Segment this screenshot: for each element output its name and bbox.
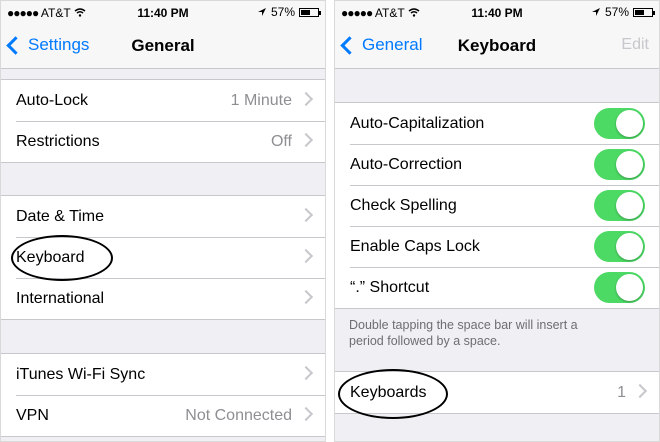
shortcut-footnote: Double tapping the space bar will insert…: [349, 318, 578, 348]
keyboard-screen: ●●●●● AT&T 11:40 PM 57% General Keyboard…: [334, 0, 660, 442]
period-shortcut-row: “.” Shortcut: [335, 267, 659, 308]
auto-correction-toggle[interactable]: [594, 149, 645, 180]
battery-icon: [299, 7, 321, 17]
status-bar: ●●●●● AT&T 11:40 PM 57%: [1, 1, 325, 23]
navigation-bar: Settings General: [1, 23, 325, 69]
vpn-row[interactable]: VPN Not Connected: [1, 395, 325, 436]
row-label: Keyboards: [350, 383, 427, 401]
toggle-knob: [616, 110, 643, 137]
toggle-knob: [616, 233, 643, 260]
auto-capitalization-row: Auto-Capitalization: [335, 103, 659, 144]
date-time-row[interactable]: Date & Time: [1, 196, 325, 237]
chevron-right-icon: [298, 91, 314, 107]
battery-percent: 57%: [270, 5, 295, 19]
toggle-knob: [616, 192, 643, 219]
battery-info: 57%: [257, 5, 321, 19]
page-title: Keyboard: [457, 36, 537, 55]
period-shortcut-toggle[interactable]: [594, 272, 645, 303]
battery-percent: 57%: [604, 5, 629, 19]
row-label: VPN: [16, 406, 49, 424]
toggle-knob: [616, 151, 643, 178]
screenshot-pair: ●●●●● AT&T 11:40 PM 57% Settings General…: [0, 0, 660, 442]
chevron-right-icon: [632, 383, 648, 399]
restrictions-row[interactable]: Restrictions Off: [1, 121, 325, 162]
row-label: Check Spelling: [350, 196, 457, 214]
chevron-right-icon: [298, 289, 314, 305]
keyboards-group: Keyboards 1: [335, 371, 659, 414]
auto-capitalization-toggle[interactable]: [594, 108, 645, 139]
row-label: Auto-Correction: [350, 155, 463, 173]
chevron-right-icon: [298, 132, 314, 148]
chevron-right-icon: [298, 207, 314, 223]
row-label: Keyboard: [16, 248, 85, 266]
navigation-bar: General Keyboard Edit: [335, 23, 659, 69]
enable-caps-lock-row: Enable Caps Lock: [335, 226, 659, 267]
location-arrow-icon: [257, 8, 266, 16]
keyboard-row[interactable]: Keyboard: [1, 237, 325, 278]
keyboard-toggles-group: Auto-Capitalization Auto-Correction Chec…: [335, 102, 659, 309]
battery-icon: [633, 7, 655, 17]
keyboards-row[interactable]: Keyboards 1: [335, 372, 659, 413]
check-spelling-row: Check Spelling: [335, 185, 659, 226]
edit-button[interactable]: Edit: [621, 36, 649, 54]
battery-info: 57%: [591, 5, 655, 19]
row-value: 1: [617, 383, 626, 401]
row-value: 1 Minute: [230, 91, 292, 109]
row-label: Date & Time: [16, 207, 105, 225]
auto-correction-row: Auto-Correction: [335, 144, 659, 185]
general-screen: ●●●●● AT&T 11:40 PM 57% Settings General…: [0, 0, 326, 442]
settings-group-3: iTunes Wi-Fi Sync VPN Not Connected: [1, 353, 325, 437]
chevron-right-icon: [298, 248, 314, 264]
location-arrow-icon: [591, 8, 600, 16]
enable-caps-lock-toggle[interactable]: [594, 231, 645, 262]
itunes-wifi-sync-row[interactable]: iTunes Wi-Fi Sync: [1, 354, 325, 395]
row-label: Auto-Lock: [16, 91, 89, 109]
row-label: Auto-Capitalization: [350, 114, 485, 132]
row-label: Restrictions: [16, 132, 100, 150]
international-row[interactable]: International: [1, 278, 325, 319]
row-label: “.” Shortcut: [350, 278, 430, 296]
check-spelling-toggle[interactable]: [594, 190, 645, 221]
chevron-right-icon: [298, 406, 314, 422]
row-label: iTunes Wi-Fi Sync: [16, 365, 146, 383]
row-value: Not Connected: [185, 406, 292, 424]
settings-group-1: Auto-Lock 1 Minute Restrictions Off: [1, 79, 325, 163]
status-bar: ●●●●● AT&T 11:40 PM 57%: [335, 1, 659, 23]
row-label: International: [16, 289, 105, 307]
row-label: Enable Caps Lock: [350, 237, 480, 255]
auto-lock-row[interactable]: Auto-Lock 1 Minute: [1, 80, 325, 121]
settings-group-2: Date & Time Keyboard International: [1, 195, 325, 320]
toggle-knob: [616, 274, 643, 301]
page-title: General: [131, 36, 195, 55]
chevron-right-icon: [298, 365, 314, 381]
row-value: Off: [270, 132, 292, 150]
